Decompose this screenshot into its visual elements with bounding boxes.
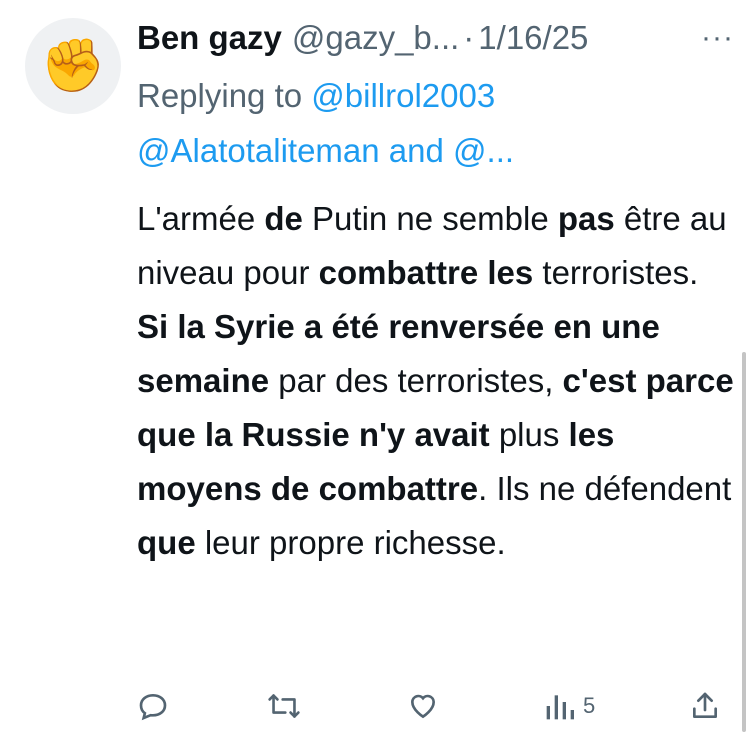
views-button[interactable]: 5 (545, 686, 595, 726)
tweet-text-segment: terroristes. (533, 254, 699, 291)
reply-icon (139, 693, 167, 721)
replying-to: Replying to @billrol2003 @Alatotaliteman… (137, 68, 697, 178)
tweet-text-segment: par des terroristes, (269, 362, 563, 399)
tweet-text-segment: plus (489, 416, 569, 453)
raised-fist-icon: ✊ (40, 37, 106, 95)
tweet-text-segment: . Ils ne défendent (478, 470, 732, 507)
tweet-text-segment: L'armée (137, 200, 265, 237)
more-options-icon[interactable]: ··· (701, 21, 738, 55)
tweet-header: Ben gazy @gazy_b... · 1/16/25 ··· (137, 14, 738, 62)
retweet-icon (268, 694, 300, 718)
tweet-text-bold-segment: que (137, 524, 196, 561)
mention-joiner: and (379, 132, 454, 169)
scrollbar[interactable] (742, 352, 746, 732)
reply-button[interactable] (137, 686, 169, 726)
separator-dot: · (463, 19, 475, 56)
replying-to-label: Replying to (137, 77, 312, 114)
views-icon (546, 695, 574, 720)
retweet-button[interactable] (267, 686, 301, 726)
tweet-text-segment: Putin ne semble (302, 200, 558, 237)
tweet-text: L'armée de Putin ne semble pas être au n… (137, 192, 737, 570)
mention-link[interactable]: @... (453, 132, 514, 169)
action-bar: 5 (137, 686, 727, 726)
tweet-text-segment: leur propre richesse. (195, 524, 506, 561)
heart-icon (410, 694, 436, 719)
author-handle[interactable]: @gazy_b... (292, 19, 459, 57)
share-button[interactable] (689, 686, 721, 726)
tweet-date[interactable]: 1/16/25 (478, 19, 588, 57)
tweet-text-bold-segment: combattre les (318, 254, 534, 291)
views-count: 5 (583, 693, 596, 718)
tweet-text-bold-segment: pas (557, 200, 615, 237)
author-name[interactable]: Ben gazy (137, 19, 282, 57)
mention-link[interactable]: @Alatotaliteman (137, 132, 380, 169)
avatar[interactable]: ✊ (25, 18, 121, 114)
share-icon (693, 692, 717, 718)
like-button[interactable] (407, 686, 439, 726)
tweet-text-bold-segment: de (264, 200, 303, 237)
mention-link[interactable]: @billrol2003 (311, 77, 495, 114)
